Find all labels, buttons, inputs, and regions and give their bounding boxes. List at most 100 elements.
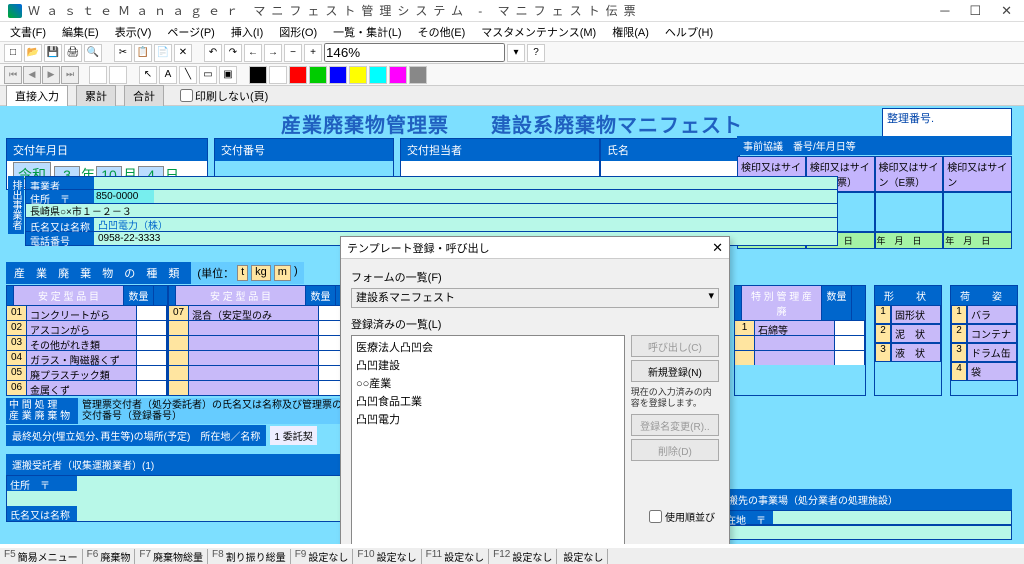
- company-name[interactable]: 凸凹電力（株）: [94, 218, 837, 231]
- dialog-close-icon[interactable]: ✕: [712, 240, 723, 256]
- template-item[interactable]: 医療法人凸凹会: [356, 338, 620, 356]
- tb-cut-icon[interactable]: ✂: [114, 44, 132, 62]
- minimize-button[interactable]: ─: [936, 3, 953, 19]
- waste-item[interactable]: アスコンがら: [27, 321, 137, 335]
- waste-item[interactable]: 金属くず: [27, 381, 137, 395]
- pkg-option[interactable]: バラ: [967, 305, 1017, 324]
- shape-option[interactable]: 固形状: [891, 305, 941, 324]
- pkg-option[interactable]: コンテナ: [967, 324, 1017, 343]
- color-yellow[interactable]: [349, 66, 367, 84]
- shape-option[interactable]: 液 状: [891, 343, 941, 362]
- tool-rect-icon[interactable]: ▭: [199, 66, 217, 84]
- fkey[interactable]: F12設定なし: [489, 549, 557, 564]
- new-register-button[interactable]: 新規登録(N): [631, 360, 719, 382]
- waste-qty[interactable]: [137, 381, 167, 395]
- address-input[interactable]: 長崎県○×市１－２－３: [26, 204, 837, 217]
- tool-check-icon[interactable]: ▣: [219, 66, 237, 84]
- template-item[interactable]: 凸凹電力: [356, 410, 620, 428]
- menu-permission[interactable]: 権限(A): [606, 22, 655, 42]
- zoom-drop-icon[interactable]: ▾: [507, 44, 525, 62]
- close-button[interactable]: ✕: [997, 3, 1016, 19]
- color-cyan[interactable]: [369, 66, 387, 84]
- menu-view[interactable]: 表示(V): [109, 22, 158, 42]
- template-item[interactable]: 凸凹食品工業: [356, 392, 620, 410]
- fkey[interactable]: F9設定なし: [291, 549, 354, 564]
- pkg-option[interactable]: ドラム缶: [967, 343, 1017, 362]
- color-gray[interactable]: [409, 66, 427, 84]
- tb-redo-icon[interactable]: ↷: [224, 44, 242, 62]
- template-item[interactable]: ○○産業: [356, 374, 620, 392]
- nav-last-icon[interactable]: ⏭: [61, 66, 79, 84]
- tool-line-icon[interactable]: ╲: [179, 66, 197, 84]
- fkey[interactable]: F6廃棄物: [83, 549, 136, 564]
- nav-first-icon[interactable]: ⏮: [4, 66, 22, 84]
- tb-open-icon[interactable]: 📂: [24, 44, 42, 62]
- coll-name[interactable]: [77, 506, 352, 521]
- rename-button[interactable]: 登録名変更(R)..: [631, 414, 719, 436]
- color-magenta[interactable]: [389, 66, 407, 84]
- sort-by-use-check[interactable]: 使用順並び: [649, 509, 715, 524]
- tb-fwd-icon[interactable]: →: [264, 44, 282, 62]
- print-suppress-check[interactable]: 印刷しない(頁): [180, 88, 268, 104]
- tb-delete-icon[interactable]: ✕: [174, 44, 192, 62]
- menu-master[interactable]: マスタメンテナンス(M): [475, 22, 602, 42]
- menu-edit[interactable]: 編集(E): [56, 22, 105, 42]
- zoom-in-icon[interactable]: +: [304, 44, 322, 62]
- zoom-input[interactable]: [324, 43, 505, 62]
- forms-select[interactable]: 建設系マニフェスト▾: [351, 288, 719, 308]
- tool-text-icon[interactable]: A: [159, 66, 177, 84]
- tb-back-icon[interactable]: ←: [244, 44, 262, 62]
- tb-new-icon[interactable]: □: [4, 44, 22, 62]
- fkey[interactable]: F7廃棄物総量: [135, 549, 208, 564]
- template-item[interactable]: 凸凹建設: [356, 356, 620, 374]
- fkey[interactable]: F10設定なし: [353, 549, 421, 564]
- waste-item[interactable]: ガラス・陶磁器くず: [27, 351, 137, 365]
- menu-shape[interactable]: 図形(O): [273, 22, 323, 42]
- menu-insert[interactable]: 挿入(I): [225, 22, 269, 42]
- coll-addr[interactable]: [77, 476, 352, 491]
- fkey[interactable]: F8割り振り総量: [208, 549, 291, 564]
- waste-item[interactable]: コンクリートがら: [27, 306, 137, 320]
- tb-undo-icon[interactable]: ↶: [204, 44, 222, 62]
- unit-t[interactable]: t: [237, 265, 248, 281]
- tb-save-icon[interactable]: 💾: [44, 44, 62, 62]
- waste-qty[interactable]: [137, 351, 167, 365]
- nav-next-icon[interactable]: ▶: [42, 66, 60, 84]
- call-button[interactable]: 呼び出し(C): [631, 335, 719, 357]
- dest-addr[interactable]: [773, 511, 1011, 524]
- waste-qty[interactable]: [137, 366, 167, 380]
- fkey[interactable]: 設定なし: [557, 549, 608, 564]
- tb-paste-icon[interactable]: 📄: [154, 44, 172, 62]
- tb-print-icon[interactable]: 🖨: [64, 44, 82, 62]
- postal-input[interactable]: 850-0000: [94, 190, 154, 203]
- zoom-out-icon[interactable]: −: [284, 44, 302, 62]
- menu-document[interactable]: 文書(F): [4, 22, 52, 42]
- nav-prev-icon[interactable]: ◀: [23, 66, 41, 84]
- tab-sum[interactable]: 合計: [124, 85, 164, 107]
- waste-qty[interactable]: [137, 306, 167, 320]
- menu-help[interactable]: ヘルプ(H): [659, 22, 719, 42]
- fkey[interactable]: F5簡易メニュー: [0, 549, 83, 564]
- color-white[interactable]: [269, 66, 287, 84]
- delete-button[interactable]: 削除(D): [631, 439, 719, 461]
- pkg-option[interactable]: 袋: [967, 362, 1017, 381]
- color-black[interactable]: [249, 66, 267, 84]
- stamp-date-3[interactable]: 年 月 日: [875, 232, 944, 249]
- final-opt[interactable]: 1 委託契: [270, 426, 316, 445]
- swatch-white[interactable]: [89, 66, 107, 84]
- color-green[interactable]: [309, 66, 327, 84]
- unit-m3[interactable]: m: [274, 265, 291, 281]
- stamp-date-4[interactable]: 年 月 日: [943, 232, 1012, 249]
- maximize-button[interactable]: ☐: [965, 3, 985, 19]
- tb-preview-icon[interactable]: 🔍: [84, 44, 102, 62]
- waste-qty[interactable]: [137, 321, 167, 335]
- tab-total[interactable]: 累計: [76, 85, 116, 107]
- tab-direct[interactable]: 直接入力: [6, 85, 68, 107]
- shape-option[interactable]: 泥 状: [891, 324, 941, 343]
- unit-kg[interactable]: kg: [251, 265, 271, 281]
- waste-item[interactable]: 廃プラスチック類: [27, 366, 137, 380]
- fkey[interactable]: F11設定なし: [422, 549, 490, 564]
- tool-pointer-icon[interactable]: ↖: [139, 66, 157, 84]
- waste-item[interactable]: その他がれき類: [27, 336, 137, 350]
- menu-page[interactable]: ページ(P): [161, 22, 220, 42]
